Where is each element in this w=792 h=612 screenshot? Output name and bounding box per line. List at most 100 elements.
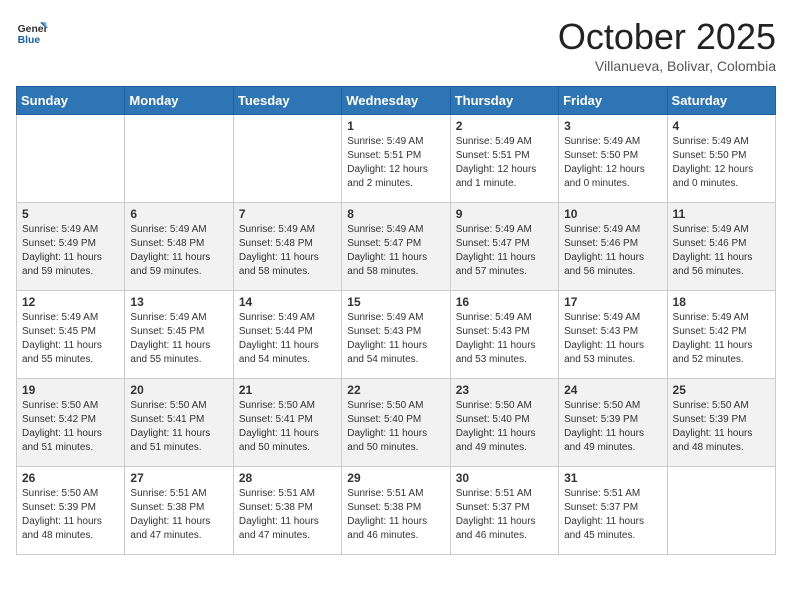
calendar-week-1: 1 Sunrise: 5:49 AM Sunset: 5:51 PM Daylig…	[17, 115, 776, 203]
day-info: Sunrise: 5:50 AM Sunset: 5:41 PM Dayligh…	[130, 399, 227, 455]
calendar-cell	[667, 467, 775, 555]
weekday-header-tuesday: Tuesday	[233, 87, 341, 115]
day-info: Sunrise: 5:49 AM Sunset: 5:43 PM Dayligh…	[347, 311, 444, 367]
calendar-cell: 13 Sunrise: 5:49 AM Sunset: 5:45 PM Dayli…	[125, 291, 233, 379]
calendar-cell: 9 Sunrise: 5:49 AM Sunset: 5:47 PM Daylig…	[450, 203, 558, 291]
day-info: Sunrise: 5:49 AM Sunset: 5:47 PM Dayligh…	[456, 223, 553, 279]
calendar-cell: 31 Sunrise: 5:51 AM Sunset: 5:37 PM Dayli…	[559, 467, 667, 555]
day-info: Sunrise: 5:49 AM Sunset: 5:45 PM Dayligh…	[130, 311, 227, 367]
day-info: Sunrise: 5:49 AM Sunset: 5:51 PM Dayligh…	[456, 135, 553, 191]
logo-icon: General Blue	[16, 16, 48, 48]
day-info: Sunrise: 5:49 AM Sunset: 5:50 PM Dayligh…	[564, 135, 661, 191]
day-info: Sunrise: 5:49 AM Sunset: 5:48 PM Dayligh…	[130, 223, 227, 279]
day-info: Sunrise: 5:50 AM Sunset: 5:39 PM Dayligh…	[564, 399, 661, 455]
weekday-header-wednesday: Wednesday	[342, 87, 450, 115]
day-number: 14	[239, 295, 336, 309]
day-number: 20	[130, 383, 227, 397]
day-info: Sunrise: 5:51 AM Sunset: 5:37 PM Dayligh…	[456, 487, 553, 543]
logo: General Blue	[16, 16, 48, 48]
day-info: Sunrise: 5:50 AM Sunset: 5:39 PM Dayligh…	[673, 399, 770, 455]
day-info: Sunrise: 5:51 AM Sunset: 5:38 PM Dayligh…	[347, 487, 444, 543]
calendar-cell: 22 Sunrise: 5:50 AM Sunset: 5:40 PM Dayli…	[342, 379, 450, 467]
calendar-cell: 7 Sunrise: 5:49 AM Sunset: 5:48 PM Daylig…	[233, 203, 341, 291]
calendar-cell: 8Sunrise: 5:49 AM Sunset: 5:47 PM Daylig…	[342, 203, 450, 291]
day-number: 22	[347, 383, 444, 397]
calendar-cell: 4 Sunrise: 5:49 AM Sunset: 5:50 PM Daylig…	[667, 115, 775, 203]
day-number: 16	[456, 295, 553, 309]
day-info: Sunrise: 5:49 AM Sunset: 5:50 PM Dayligh…	[673, 135, 770, 191]
calendar-week-3: 12 Sunrise: 5:49 AM Sunset: 5:45 PM Dayli…	[17, 291, 776, 379]
day-number: 13	[130, 295, 227, 309]
calendar-cell: 11 Sunrise: 5:49 AM Sunset: 5:46 PM Dayli…	[667, 203, 775, 291]
calendar-cell: 17Sunrise: 5:49 AM Sunset: 5:43 PM Dayli…	[559, 291, 667, 379]
calendar-cell: 30 Sunrise: 5:51 AM Sunset: 5:37 PM Dayli…	[450, 467, 558, 555]
calendar-cell: 1 Sunrise: 5:49 AM Sunset: 5:51 PM Daylig…	[342, 115, 450, 203]
day-info: Sunrise: 5:50 AM Sunset: 5:41 PM Dayligh…	[239, 399, 336, 455]
calendar-cell	[17, 115, 125, 203]
weekday-header-row: SundayMondayTuesdayWednesdayThursdayFrid…	[17, 87, 776, 115]
day-info: Sunrise: 5:50 AM Sunset: 5:40 PM Dayligh…	[347, 399, 444, 455]
calendar-cell: 15 Sunrise: 5:49 AM Sunset: 5:43 PM Dayli…	[342, 291, 450, 379]
calendar-cell: 3Sunrise: 5:49 AM Sunset: 5:50 PM Daylig…	[559, 115, 667, 203]
calendar-cell: 28Sunrise: 5:51 AM Sunset: 5:38 PM Dayli…	[233, 467, 341, 555]
day-number: 12	[22, 295, 119, 309]
calendar-cell: 5 Sunrise: 5:49 AM Sunset: 5:49 PM Daylig…	[17, 203, 125, 291]
calendar-cell: 6 Sunrise: 5:49 AM Sunset: 5:48 PM Daylig…	[125, 203, 233, 291]
day-number: 2	[456, 119, 553, 133]
calendar-cell: 16 Sunrise: 5:49 AM Sunset: 5:43 PM Dayli…	[450, 291, 558, 379]
month-title: October 2025	[558, 16, 776, 58]
day-info: Sunrise: 5:51 AM Sunset: 5:37 PM Dayligh…	[564, 487, 661, 543]
day-info: Sunrise: 5:49 AM Sunset: 5:48 PM Dayligh…	[239, 223, 336, 279]
weekday-header-monday: Monday	[125, 87, 233, 115]
calendar-cell: 21 Sunrise: 5:50 AM Sunset: 5:41 PM Dayli…	[233, 379, 341, 467]
calendar-cell: 27 Sunrise: 5:51 AM Sunset: 5:38 PM Dayli…	[125, 467, 233, 555]
weekday-header-saturday: Saturday	[667, 87, 775, 115]
day-info: Sunrise: 5:51 AM Sunset: 5:38 PM Dayligh…	[239, 487, 336, 543]
calendar-cell: 18Sunrise: 5:49 AM Sunset: 5:42 PM Dayli…	[667, 291, 775, 379]
calendar-cell: 10 Sunrise: 5:49 AM Sunset: 5:46 PM Dayli…	[559, 203, 667, 291]
day-info: Sunrise: 5:50 AM Sunset: 5:42 PM Dayligh…	[22, 399, 119, 455]
calendar-week-4: 19Sunrise: 5:50 AM Sunset: 5:42 PM Dayli…	[17, 379, 776, 467]
day-number: 25	[673, 383, 770, 397]
day-number: 11	[673, 207, 770, 221]
calendar-table: SundayMondayTuesdayWednesdayThursdayFrid…	[16, 86, 776, 555]
calendar-week-5: 26Sunrise: 5:50 AM Sunset: 5:39 PM Dayli…	[17, 467, 776, 555]
day-info: Sunrise: 5:49 AM Sunset: 5:43 PM Dayligh…	[456, 311, 553, 367]
day-info: Sunrise: 5:49 AM Sunset: 5:46 PM Dayligh…	[673, 223, 770, 279]
day-info: Sunrise: 5:49 AM Sunset: 5:46 PM Dayligh…	[564, 223, 661, 279]
day-info: Sunrise: 5:50 AM Sunset: 5:40 PM Dayligh…	[456, 399, 553, 455]
day-number: 10	[564, 207, 661, 221]
page-header: General Blue October 2025 Villanueva, Bo…	[16, 16, 776, 74]
day-number: 30	[456, 471, 553, 485]
calendar-week-2: 5 Sunrise: 5:49 AM Sunset: 5:49 PM Daylig…	[17, 203, 776, 291]
calendar-cell: 25 Sunrise: 5:50 AM Sunset: 5:39 PM Dayli…	[667, 379, 775, 467]
calendar-cell	[125, 115, 233, 203]
day-number: 5	[22, 207, 119, 221]
day-info: Sunrise: 5:49 AM Sunset: 5:45 PM Dayligh…	[22, 311, 119, 367]
day-info: Sunrise: 5:49 AM Sunset: 5:51 PM Dayligh…	[347, 135, 444, 191]
calendar-cell: 12 Sunrise: 5:49 AM Sunset: 5:45 PM Dayli…	[17, 291, 125, 379]
day-number: 29	[347, 471, 444, 485]
day-number: 9	[456, 207, 553, 221]
calendar-cell	[233, 115, 341, 203]
calendar-cell: 2 Sunrise: 5:49 AM Sunset: 5:51 PM Daylig…	[450, 115, 558, 203]
day-number: 17	[564, 295, 661, 309]
calendar-cell: 26Sunrise: 5:50 AM Sunset: 5:39 PM Dayli…	[17, 467, 125, 555]
calendar-cell: 23Sunrise: 5:50 AM Sunset: 5:40 PM Dayli…	[450, 379, 558, 467]
calendar-cell: 19Sunrise: 5:50 AM Sunset: 5:42 PM Dayli…	[17, 379, 125, 467]
title-block: October 2025 Villanueva, Bolivar, Colomb…	[558, 16, 776, 74]
day-number: 15	[347, 295, 444, 309]
day-info: Sunrise: 5:49 AM Sunset: 5:49 PM Dayligh…	[22, 223, 119, 279]
day-number: 21	[239, 383, 336, 397]
weekday-header-thursday: Thursday	[450, 87, 558, 115]
day-info: Sunrise: 5:49 AM Sunset: 5:47 PM Dayligh…	[347, 223, 444, 279]
day-number: 7	[239, 207, 336, 221]
day-number: 31	[564, 471, 661, 485]
day-info: Sunrise: 5:51 AM Sunset: 5:38 PM Dayligh…	[130, 487, 227, 543]
calendar-cell: 24Sunrise: 5:50 AM Sunset: 5:39 PM Dayli…	[559, 379, 667, 467]
day-number: 6	[130, 207, 227, 221]
day-number: 27	[130, 471, 227, 485]
day-number: 1	[347, 119, 444, 133]
weekday-header-sunday: Sunday	[17, 87, 125, 115]
day-number: 4	[673, 119, 770, 133]
